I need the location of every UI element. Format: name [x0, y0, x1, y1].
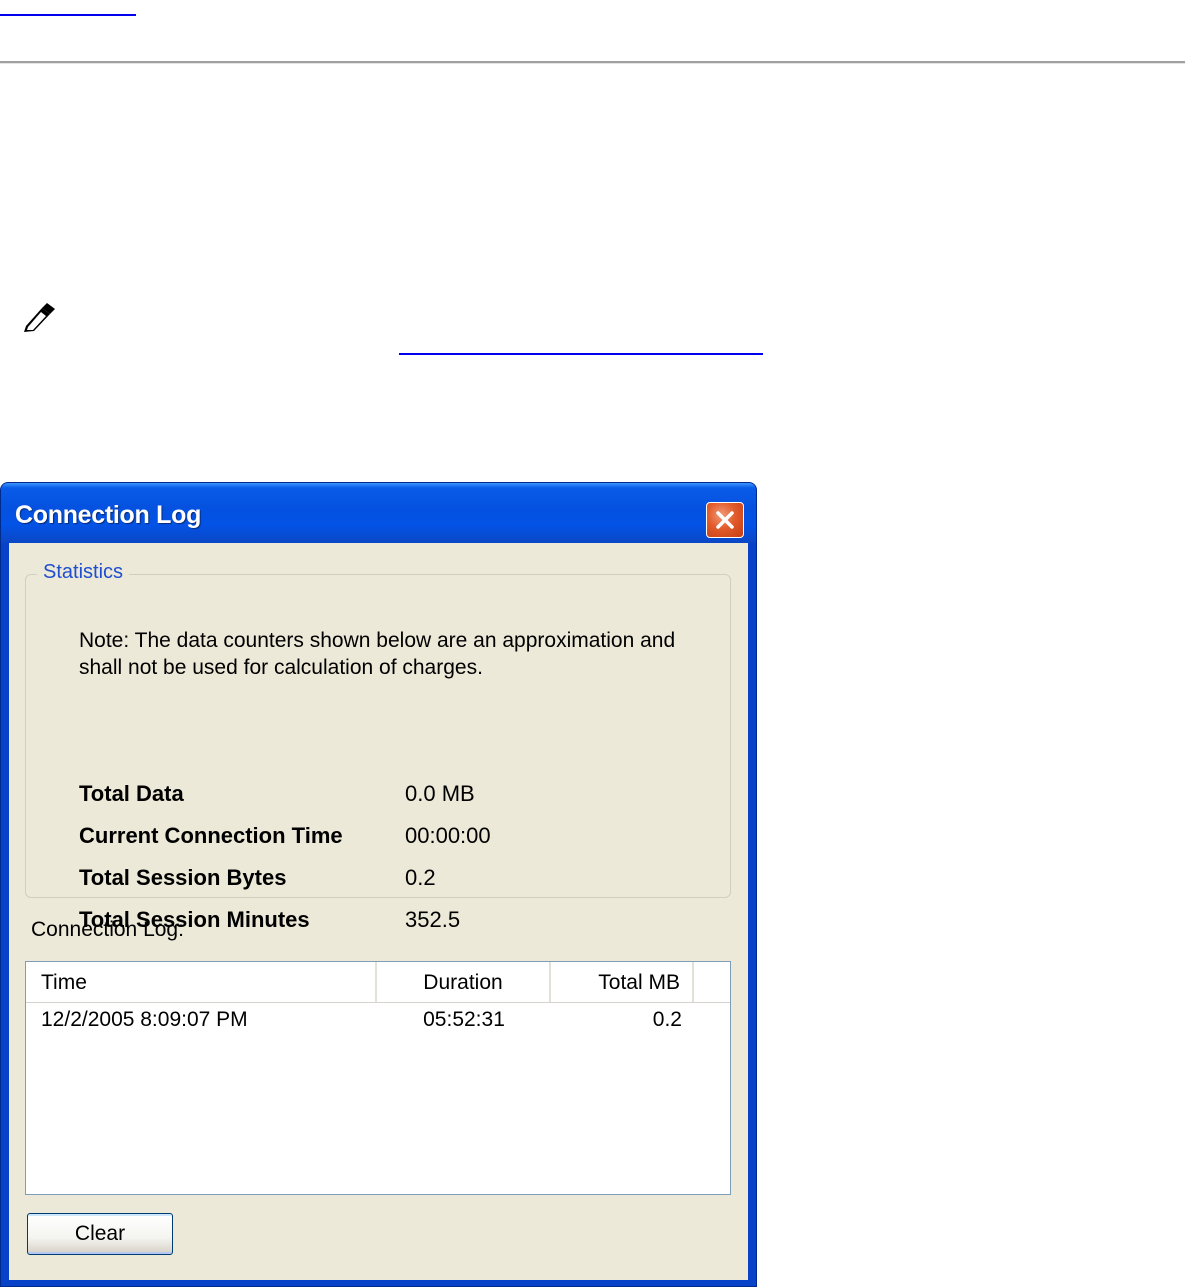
statistics-groupbox [25, 574, 731, 898]
cell-time: 12/2/2005 8:09:07 PM [41, 1008, 248, 1031]
stat-value-session-bytes: 0.2 [405, 865, 436, 890]
top-link[interactable] [0, 0, 136, 16]
stat-value-session-minutes: 352.5 [405, 907, 461, 932]
close-button[interactable] [706, 502, 744, 538]
clear-button[interactable]: Clear [27, 1213, 173, 1255]
dialog-body: Statistics Note: The data counters shown… [9, 543, 748, 1280]
statistics-legend: Statistics [37, 561, 130, 584]
close-icon [714, 509, 736, 531]
stat-value-connection-time: 00:00:00 [405, 823, 491, 848]
approximation-note: Note: The data counters shown below are … [79, 629, 676, 679]
table-row[interactable]: 12/2/2005 8:09:07 PM 05:52:31 0.2 [26, 1004, 730, 1036]
cell-duration: 05:52:31 [423, 1008, 505, 1031]
connection-log-window: Connection Log Statistics Note: The data… [0, 482, 757, 1287]
connection-log-list[interactable]: Time Duration Total MB 12/2/2005 8:09:07… [25, 961, 731, 1195]
note-pencil-icon [20, 300, 60, 334]
stat-label-session-bytes: Total Session Bytes [79, 865, 287, 890]
list-header: Time Duration Total MB [26, 962, 730, 1003]
page-divider [0, 61, 1185, 64]
stat-value-total-data: 0.0 MB [405, 781, 475, 806]
title-bar[interactable]: Connection Log [1, 483, 756, 543]
window-title: Connection Log [15, 501, 202, 529]
connection-log-label: Connection Log: [31, 918, 184, 941]
column-header-time[interactable]: Time [26, 962, 377, 1002]
column-header-duration[interactable]: Duration [377, 962, 551, 1002]
note-link[interactable] [399, 339, 763, 355]
cell-total-mb: 0.2 [652, 1008, 682, 1031]
stat-label-total-data: Total Data [79, 781, 184, 806]
column-header-total-mb[interactable]: Total MB [551, 962, 694, 1002]
stat-label-connection-time: Current Connection Time [79, 823, 343, 848]
